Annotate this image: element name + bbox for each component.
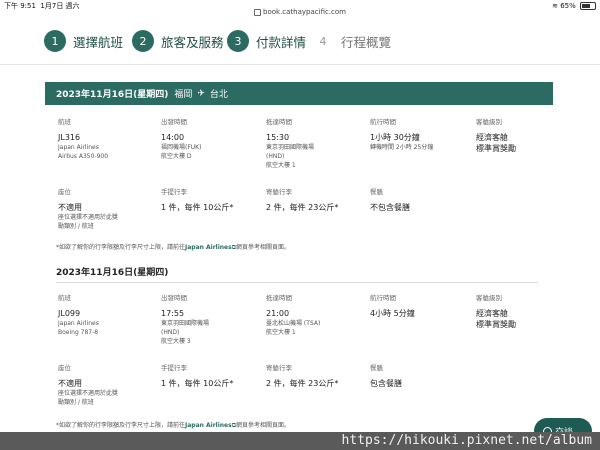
flight-segment-header: 2023年11月16日(星期四) 福岡 ✈ 台北: [45, 82, 553, 105]
wifi-icon: ≋: [552, 2, 558, 10]
japan-airlines-link[interactable]: Japan Airlines: [185, 422, 232, 429]
step-number: 1: [44, 30, 66, 52]
cabin-class-col: 客艙級別 經濟客艙 標準賞獎勵: [476, 294, 516, 329]
step-label: 選擇航班: [73, 34, 124, 50]
destination-city: 台北: [209, 90, 228, 100]
status-right: ≋ 65%: [552, 0, 596, 12]
battery-percent: 65%: [560, 2, 576, 10]
flight-segment-title: 2023年11月16日(星期四): [56, 268, 169, 278]
carry-on-baggage-col: 手提行李 1 件，每件 10公斤*: [161, 188, 234, 212]
departure-col: 出發時間 17:55 東京羽田國際機場 (HND) 航空大樓 3: [161, 294, 210, 345]
lock-icon: [254, 8, 261, 16]
duration-col: 航行時間 1小時 30分鐘 轉機時間 2小時 25分鐘: [370, 118, 434, 151]
departure-col: 出發時間 14:00 福岡機場(FUK) 航空大樓 D: [161, 118, 202, 160]
baggage-note: *如欲了解你的行李限額及行李尺寸上限，請前往Japan Airlines⧉網頁參…: [56, 422, 290, 429]
meal-col: 餐膳 包含餐膳: [370, 364, 402, 388]
baggage-note: *如欲了解你的行李限額及行李尺寸上限，請前往Japan Airlines⧉網頁參…: [56, 244, 290, 251]
seat-col: 座位 不適用 座位選擇不適用於此獎 勵類別 / 航班: [58, 364, 119, 406]
origin-city: 福岡: [174, 90, 193, 100]
checked-baggage-col: 寄艙行李 2 件，每件 23公斤*: [266, 188, 339, 212]
step-payment-details[interactable]: 3 付款詳情: [227, 28, 306, 54]
status-bar: 下午 9:51 1月7日 週六 ••• book.cathaypacific.c…: [0, 0, 600, 16]
step-number: 4: [319, 34, 327, 48]
step-label: 付款詳情: [256, 34, 307, 50]
meal-col: 餐膳 不包含餐膳: [370, 188, 410, 212]
flight-number-col: 航班 JL099 Japan Airlines Boeing 787-8: [58, 294, 99, 336]
carry-on-baggage-col: 手提行李 1 件，每件 10公斤*: [161, 364, 234, 388]
step-number: 2: [132, 30, 154, 52]
step-number: 3: [227, 30, 249, 52]
arrival-col: 抵達時間 21:00 臺北松山機場 (TSA) 航空大樓 1: [266, 294, 321, 336]
flight-date: 2023年11月16日(星期四): [56, 90, 169, 100]
url-bar[interactable]: book.cathaypacific.com: [0, 6, 600, 18]
plane-icon: ✈: [197, 88, 205, 99]
step-select-flight[interactable]: 1 選擇航班: [44, 28, 123, 54]
japan-airlines-link[interactable]: Japan Airlines: [185, 244, 232, 251]
checked-baggage-col: 寄艙行李 2 件，每件 23公斤*: [266, 364, 339, 388]
step-passengers-services[interactable]: 2 旅客及服務: [132, 28, 224, 54]
flight-number-col: 航班 JL316 Japan Airlines Airbus A350-900: [58, 118, 109, 160]
duration-col: 航行時間 4小時 5分鐘: [370, 294, 415, 318]
arrival-col: 抵達時間 15:30 東京羽田國際機場 (HND) 航空大樓 1: [266, 118, 315, 169]
watermark-url: https://hikouki.pixnet.net/album: [0, 432, 600, 450]
battery-icon: [580, 2, 596, 10]
step-label: 行程概覽: [341, 34, 392, 50]
divider: [0, 64, 600, 65]
step-itinerary-summary: 4 行程概覽: [312, 28, 392, 54]
cabin-class-col: 客艙級別 經濟客艙 標準賞獎勵: [476, 118, 516, 153]
step-label: 旅客及服務: [161, 34, 224, 50]
divider: [56, 282, 538, 283]
seat-col: 座位 不適用 座位選擇不適用於此獎 勵類別 / 航班: [58, 188, 119, 230]
